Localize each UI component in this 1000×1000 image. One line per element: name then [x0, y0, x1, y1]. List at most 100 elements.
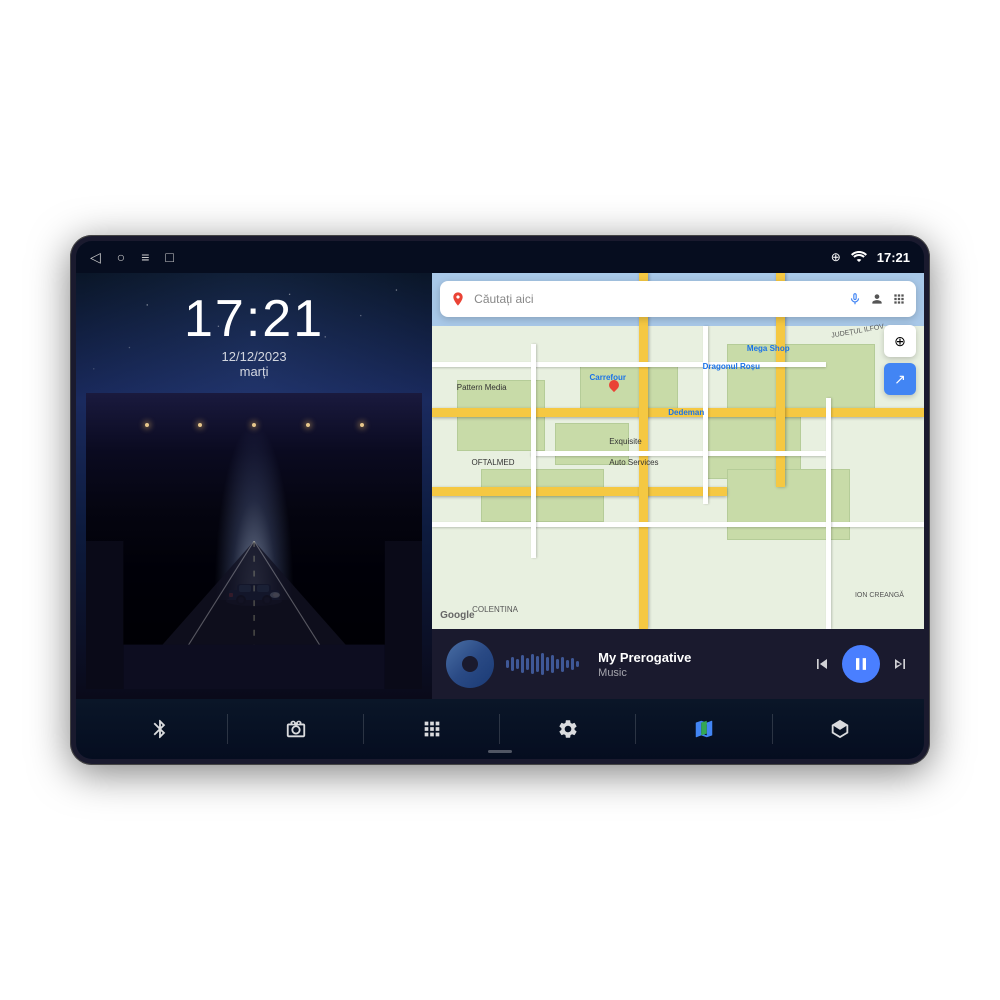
- google-maps-logo: Google: [440, 610, 474, 621]
- wifi-icon: [851, 250, 867, 265]
- waveform-bar-3: [516, 659, 519, 669]
- status-time: 17:21: [877, 250, 910, 265]
- main-content: 17:21 12/12/2023 marți: [76, 273, 924, 699]
- microphone-icon[interactable]: [848, 292, 862, 306]
- waveform-bar-2: [511, 657, 514, 671]
- map-label-pattern-media: Pattern Media: [457, 383, 507, 392]
- waveform-bar-6: [531, 654, 534, 674]
- map-road-h2: [531, 451, 826, 456]
- map-block-7: [727, 469, 850, 540]
- map-label-dragonul: Dragonul Roșu: [703, 362, 760, 371]
- waveform-bar-10: [551, 655, 554, 673]
- dock-divider-2: [363, 714, 364, 744]
- map-search-text[interactable]: Căutați aici: [474, 292, 840, 306]
- music-controls: [812, 645, 910, 683]
- dock-divider-5: [772, 714, 773, 744]
- waveform-bar-8: [541, 653, 544, 675]
- location-icon: ⊕: [831, 250, 841, 264]
- map-main-road-h2: [432, 487, 727, 496]
- car-tunnel-image: [86, 393, 422, 689]
- map-label-colentina: COLENTINA: [472, 605, 518, 614]
- map-overlay-buttons: ⊕ ↗: [884, 325, 916, 395]
- nav-back-icon[interactable]: ◁: [90, 249, 101, 266]
- waveform-bar-4: [521, 655, 524, 673]
- dock-bluetooth-button[interactable]: [140, 709, 180, 749]
- ceiling-light-4: [306, 423, 310, 427]
- ceiling-light-2: [198, 423, 202, 427]
- waveform-bar-15: [576, 661, 579, 667]
- map-road-h1: [432, 362, 825, 367]
- ceiling-light-5: [360, 423, 364, 427]
- waveform-bar-12: [561, 657, 564, 672]
- dock-divider-1: [227, 714, 228, 744]
- album-art-center: [462, 656, 478, 672]
- waveform-bar-5: [526, 658, 529, 670]
- map-navigate-button[interactable]: ↗: [884, 363, 916, 395]
- music-subtitle: Music: [598, 667, 800, 679]
- nav-recent-icon[interactable]: □: [165, 249, 173, 265]
- device-screen: ◁ ○ ≡ □ ⊕ 17:21: [76, 241, 924, 759]
- dock-settings-button[interactable]: [548, 709, 588, 749]
- left-panel: 17:21 12/12/2023 marți: [76, 273, 432, 699]
- map-background: Pattern Media Carrefour Dragonul Roșu De…: [432, 273, 924, 629]
- account-icon[interactable]: [870, 292, 884, 306]
- map-location-pin: [609, 380, 619, 390]
- music-waveform: [506, 649, 586, 679]
- dock-divider-3: [499, 714, 500, 744]
- dock-apps-button[interactable]: [412, 709, 452, 749]
- device-frame: ◁ ○ ≡ □ ⊕ 17:21: [70, 235, 930, 765]
- waveform-bar-11: [556, 659, 559, 669]
- previous-track-button[interactable]: [812, 654, 832, 674]
- nav-menu-icon[interactable]: ≡: [141, 249, 149, 265]
- waveform-bar-7: [536, 656, 539, 672]
- dock-divider-4: [635, 714, 636, 744]
- map-road-v3: [826, 398, 831, 629]
- map-label-dedeman: Dedeman: [668, 408, 704, 417]
- waveform-bar-13: [566, 660, 569, 668]
- waveform-bar-9: [546, 657, 549, 671]
- map-label-oftalmed: OFTALMED: [472, 458, 515, 467]
- maps-container[interactable]: Pattern Media Carrefour Dragonul Roșu De…: [432, 273, 924, 629]
- music-player: My Prerogative Music: [432, 629, 924, 699]
- music-info: My Prerogative Music: [598, 650, 800, 679]
- waveform-bar-1: [506, 660, 509, 668]
- google-maps-icon: [450, 291, 466, 307]
- bottom-dock: [76, 699, 924, 759]
- bluetooth-icon: [149, 718, 171, 740]
- dock-maps-button[interactable]: [684, 709, 724, 749]
- tunnel-background: [86, 393, 422, 689]
- map-label-ion-creanga: ION CREANGĂ: [855, 592, 904, 599]
- nav-controls: ◁ ○ ≡ □: [90, 249, 174, 266]
- nav-home-icon[interactable]: ○: [117, 249, 125, 265]
- play-pause-button[interactable]: [842, 645, 880, 683]
- map-search-bar[interactable]: Căutați aici: [440, 281, 916, 317]
- apps-grid-icon: [421, 718, 443, 740]
- right-panel: Pattern Media Carrefour Dragonul Roșu De…: [432, 273, 924, 699]
- map-label-exquisite: Exquisite: [609, 437, 641, 446]
- map-label-carrefour: Carrefour: [590, 373, 626, 382]
- clock-date: 12/12/2023 marți: [184, 349, 324, 379]
- google-maps-dock-icon: [693, 718, 715, 740]
- bottom-handle: [488, 750, 512, 753]
- map-road-v1: [531, 344, 536, 558]
- map-layers-button[interactable]: ⊕: [884, 325, 916, 357]
- map-search-icons: [848, 292, 906, 306]
- map-label-mega-shop: Mega Shop: [747, 344, 790, 353]
- maps-section[interactable]: Pattern Media Carrefour Dragonul Roșu De…: [432, 273, 924, 629]
- cube-icon: [829, 718, 851, 740]
- ceiling-light-1: [145, 423, 149, 427]
- settings-gear-icon: [557, 718, 579, 740]
- next-track-button[interactable]: [890, 654, 910, 674]
- dock-radio-button[interactable]: [276, 709, 316, 749]
- music-title: My Prerogative: [598, 650, 800, 665]
- status-indicators: ⊕ 17:21: [831, 250, 910, 265]
- map-road-h3: [432, 522, 924, 527]
- waveform-bar-14: [571, 658, 574, 670]
- status-bar: ◁ ○ ≡ □ ⊕ 17:21: [76, 241, 924, 273]
- map-label-auto-services: Auto Services: [609, 458, 658, 467]
- clock-time: 17:21: [184, 293, 324, 345]
- map-pin-dot: [607, 378, 621, 392]
- map-block-6: [727, 344, 875, 415]
- dock-yandex-button[interactable]: [820, 709, 860, 749]
- grid-icon[interactable]: [892, 292, 906, 306]
